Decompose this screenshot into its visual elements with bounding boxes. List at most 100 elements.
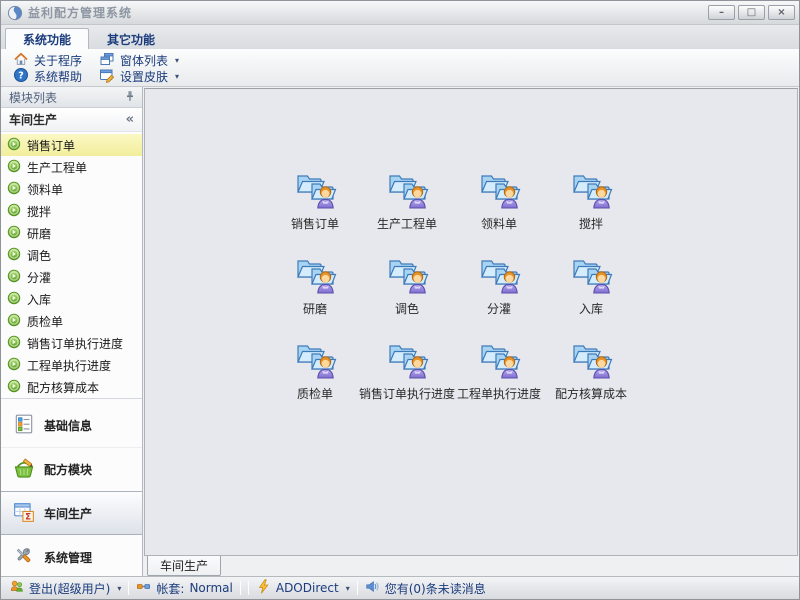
sidebar-item-warehousing[interactable]: 入库 — [1, 288, 142, 310]
folder-user-icon — [385, 339, 429, 382]
module-icon-formula-cost[interactable]: 配方核算成本 — [545, 339, 637, 424]
module-label: 研磨 — [303, 300, 327, 317]
sidebar-item-material-request[interactable]: 领料单 — [1, 178, 142, 200]
account-set-indicator: 帐套: Normal — [136, 579, 232, 597]
green-go-icon — [7, 379, 21, 396]
nav-basic-info[interactable]: 基础信息 — [1, 403, 142, 447]
green-go-icon — [7, 181, 21, 198]
sidebar-item-label: 配方核算成本 — [27, 379, 99, 396]
set-skin-button[interactable]: 设置皮肤 ▾ — [95, 67, 183, 86]
close-button[interactable]: × — [768, 5, 795, 20]
maximize-button[interactable]: □ — [738, 5, 765, 20]
sidebar-item-mixing[interactable]: 搅拌 — [1, 200, 142, 222]
ribbon-toolbar: 关于程序 窗体列表 ▾ 系统帮助 设置皮肤 ▾ — [1, 49, 799, 87]
unread-messages-label: 您有(0)条未读消息 — [385, 580, 486, 597]
doc-tab-workshop-production[interactable]: 车间生产 — [147, 555, 221, 576]
module-icon-material-request[interactable]: 领料单 — [453, 169, 545, 254]
sidebar-item-sales-order[interactable]: 销售订单 — [1, 134, 142, 156]
app-logo-icon — [7, 5, 23, 21]
tab-system-functions[interactable]: 系统功能 — [5, 28, 89, 49]
module-label: 生产工程单 — [377, 215, 437, 232]
nav-formula-module[interactable]: 配方模块 — [1, 447, 142, 491]
sidebar-item-sales-order-progress[interactable]: 销售订单执行进度 — [1, 332, 142, 354]
module-icon-production-order[interactable]: 生产工程单 — [361, 169, 453, 254]
green-go-icon — [7, 335, 21, 352]
module-icon-work-order-progress[interactable]: 工程单执行进度 — [453, 339, 545, 424]
module-label: 分灌 — [487, 300, 511, 317]
module-icon-sales-order-progress[interactable]: 销售订单执行进度 — [361, 339, 453, 424]
system-help-label: 系统帮助 — [34, 68, 82, 85]
folder-user-icon — [569, 339, 613, 382]
green-go-icon — [7, 291, 21, 308]
document-tab-row: 车间生产 — [143, 556, 799, 576]
module-label: 搅拌 — [579, 215, 603, 232]
folder-user-icon — [569, 254, 613, 297]
module-label: 销售订单执行进度 — [359, 385, 455, 402]
chevron-down-icon: ▾ — [175, 56, 179, 65]
nav-workshop-production[interactable]: 车间生产 — [1, 491, 142, 535]
folder-user-icon — [477, 169, 521, 212]
main-panel: 销售订单 生产工程单 领料单 搅拌 — [143, 87, 799, 576]
sidebar-item-formula-cost[interactable]: 配方核算成本 — [1, 376, 142, 398]
green-go-icon — [7, 269, 21, 286]
data-provider-label: ADODirect — [276, 581, 339, 595]
module-icon-mixing[interactable]: 搅拌 — [545, 169, 637, 254]
tab-other-functions[interactable]: 其它功能 — [89, 28, 173, 49]
collapse-icon[interactable]: « — [126, 112, 134, 127]
logout-button[interactable]: 登出(超级用户) ▾ — [9, 579, 121, 597]
speaker-icon — [365, 579, 380, 597]
sidebar-item-work-order-progress[interactable]: 工程单执行进度 — [1, 354, 142, 376]
sidebar-item-label: 销售订单执行进度 — [27, 335, 123, 352]
sidebar-item-filling[interactable]: 分灌 — [1, 266, 142, 288]
sidebar-item-tinting[interactable]: 调色 — [1, 244, 142, 266]
module-label: 质检单 — [297, 385, 333, 402]
minimize-button[interactable]: – — [708, 5, 735, 20]
sidebar-item-production-order[interactable]: 生产工程单 — [1, 156, 142, 178]
statusbar-separator — [357, 581, 358, 595]
module-canvas: 销售订单 生产工程单 领料单 搅拌 — [144, 88, 798, 556]
sidebar-item-label: 调色 — [27, 247, 51, 264]
sidebar-item-label: 研磨 — [27, 225, 51, 242]
pin-icon[interactable] — [124, 90, 136, 105]
help-question-icon — [13, 67, 29, 86]
data-provider-button[interactable]: ADODirect ▾ — [256, 579, 350, 597]
module-label: 调色 — [395, 300, 419, 317]
account-set-value: Normal — [189, 581, 232, 595]
title-bar: 益利配方管理系统 – □ × — [1, 1, 799, 25]
green-go-icon — [7, 247, 21, 264]
chevron-down-icon: ▾ — [117, 584, 121, 593]
sidebar-item-label: 销售订单 — [27, 137, 75, 154]
green-go-icon — [7, 159, 21, 176]
sidebar-item-label: 领料单 — [27, 181, 63, 198]
module-label: 销售订单 — [291, 215, 339, 232]
sidebar-item-label: 质检单 — [27, 313, 63, 330]
module-icon-warehousing[interactable]: 入库 — [545, 254, 637, 339]
module-icon-grid: 销售订单 生产工程单 领料单 搅拌 — [145, 89, 797, 424]
connector-icon — [136, 579, 151, 597]
nav-label: 配方模块 — [44, 461, 92, 478]
app-window: 益利配方管理系统 – □ × 系统功能 其它功能 关于程序 窗体列表 ▾ — [0, 0, 800, 600]
module-icon-sales-order[interactable]: 销售订单 — [269, 169, 361, 254]
form-list-label: 窗体列表 — [120, 52, 168, 69]
folder-user-icon — [293, 254, 337, 297]
system-help-button[interactable]: 系统帮助 — [9, 67, 95, 86]
module-icon-grinding[interactable]: 研磨 — [269, 254, 361, 339]
folder-user-icon — [477, 339, 521, 382]
sidebar-panel-title: 车间生产 « — [1, 108, 142, 132]
about-program-label: 关于程序 — [34, 52, 82, 69]
module-icon-quality-inspection[interactable]: 质检单 — [269, 339, 361, 424]
folder-user-icon — [385, 169, 429, 212]
set-skin-label: 设置皮肤 — [120, 68, 168, 85]
module-icon-tinting[interactable]: 调色 — [361, 254, 453, 339]
lightning-icon — [256, 579, 271, 597]
users-icon — [9, 579, 24, 597]
unread-messages-button[interactable]: 您有(0)条未读消息 — [365, 579, 486, 597]
module-icon-filling[interactable]: 分灌 — [453, 254, 545, 339]
sidebar-header-label: 模块列表 — [9, 89, 57, 106]
statusbar-separator — [248, 581, 249, 595]
sidebar-item-grinding[interactable]: 研磨 — [1, 222, 142, 244]
statusbar-separator — [240, 581, 241, 595]
green-go-icon — [7, 313, 21, 330]
sidebar-item-quality-inspection[interactable]: 质检单 — [1, 310, 142, 332]
nav-system-management[interactable]: 系统管理 — [1, 535, 142, 579]
